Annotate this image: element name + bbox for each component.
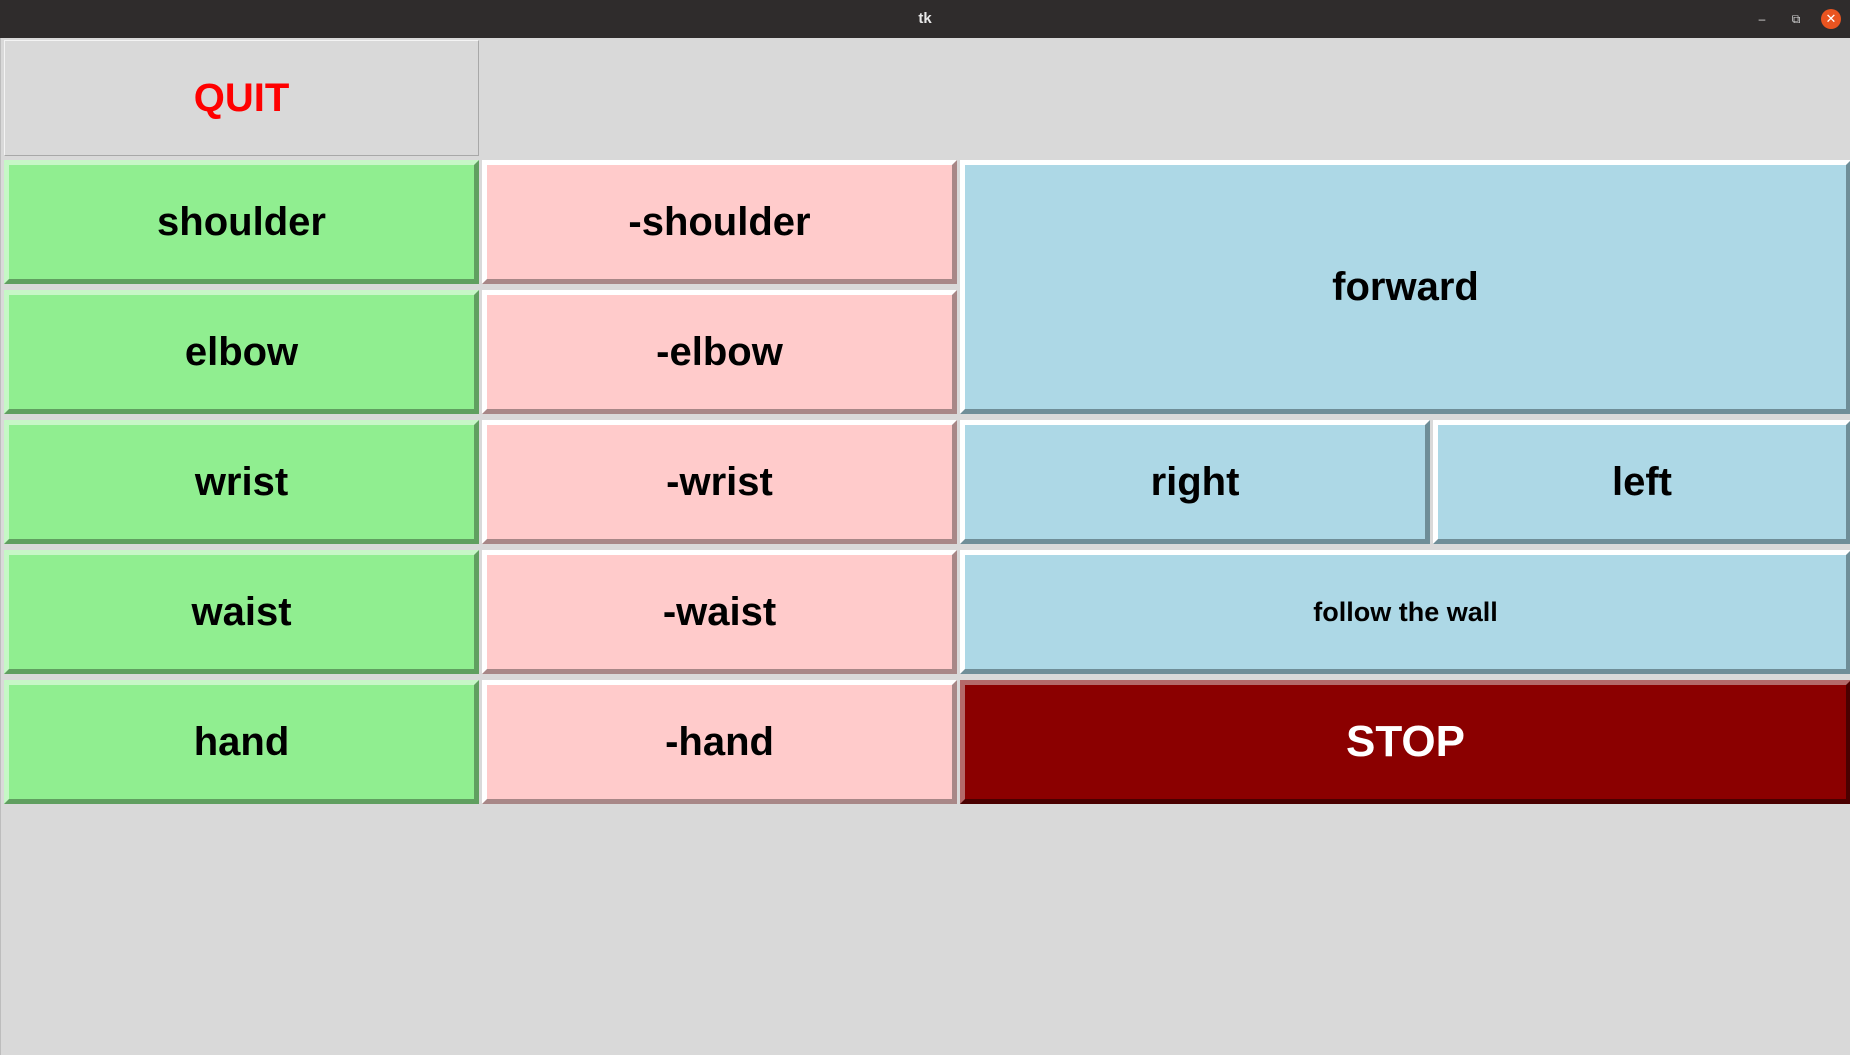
elbow-button[interactable]: elbow	[4, 290, 479, 414]
neg-hand-button[interactable]: -hand	[482, 680, 957, 804]
wrist-button[interactable]: wrist	[4, 420, 479, 544]
minimize-icon[interactable]: –	[1752, 9, 1772, 29]
quit-button[interactable]: QUIT	[4, 40, 479, 156]
app-window: tk – ⧉ ✕ QUIT shoulder elbow wrist waist…	[0, 0, 1850, 1055]
neg-wrist-button[interactable]: -wrist	[482, 420, 957, 544]
title-bar[interactable]: tk – ⧉ ✕	[0, 0, 1850, 39]
neg-waist-button[interactable]: -waist	[482, 550, 957, 674]
follow-wall-button[interactable]: follow the wall	[960, 550, 1850, 674]
left-button[interactable]: left	[1433, 420, 1850, 544]
window-title: tk	[918, 10, 932, 27]
neg-shoulder-button[interactable]: -shoulder	[482, 160, 957, 284]
close-icon[interactable]: ✕	[1821, 9, 1841, 29]
waist-button[interactable]: waist	[4, 550, 479, 674]
maximize-icon[interactable]: ⧉	[1786, 9, 1806, 29]
control-panel: QUIT shoulder elbow wrist waist hand -sh…	[0, 38, 1850, 1055]
forward-button[interactable]: forward	[960, 160, 1850, 414]
neg-elbow-button[interactable]: -elbow	[482, 290, 957, 414]
shoulder-button[interactable]: shoulder	[4, 160, 479, 284]
stop-button[interactable]: STOP	[960, 680, 1850, 804]
right-button[interactable]: right	[960, 420, 1430, 544]
hand-button[interactable]: hand	[4, 680, 479, 804]
